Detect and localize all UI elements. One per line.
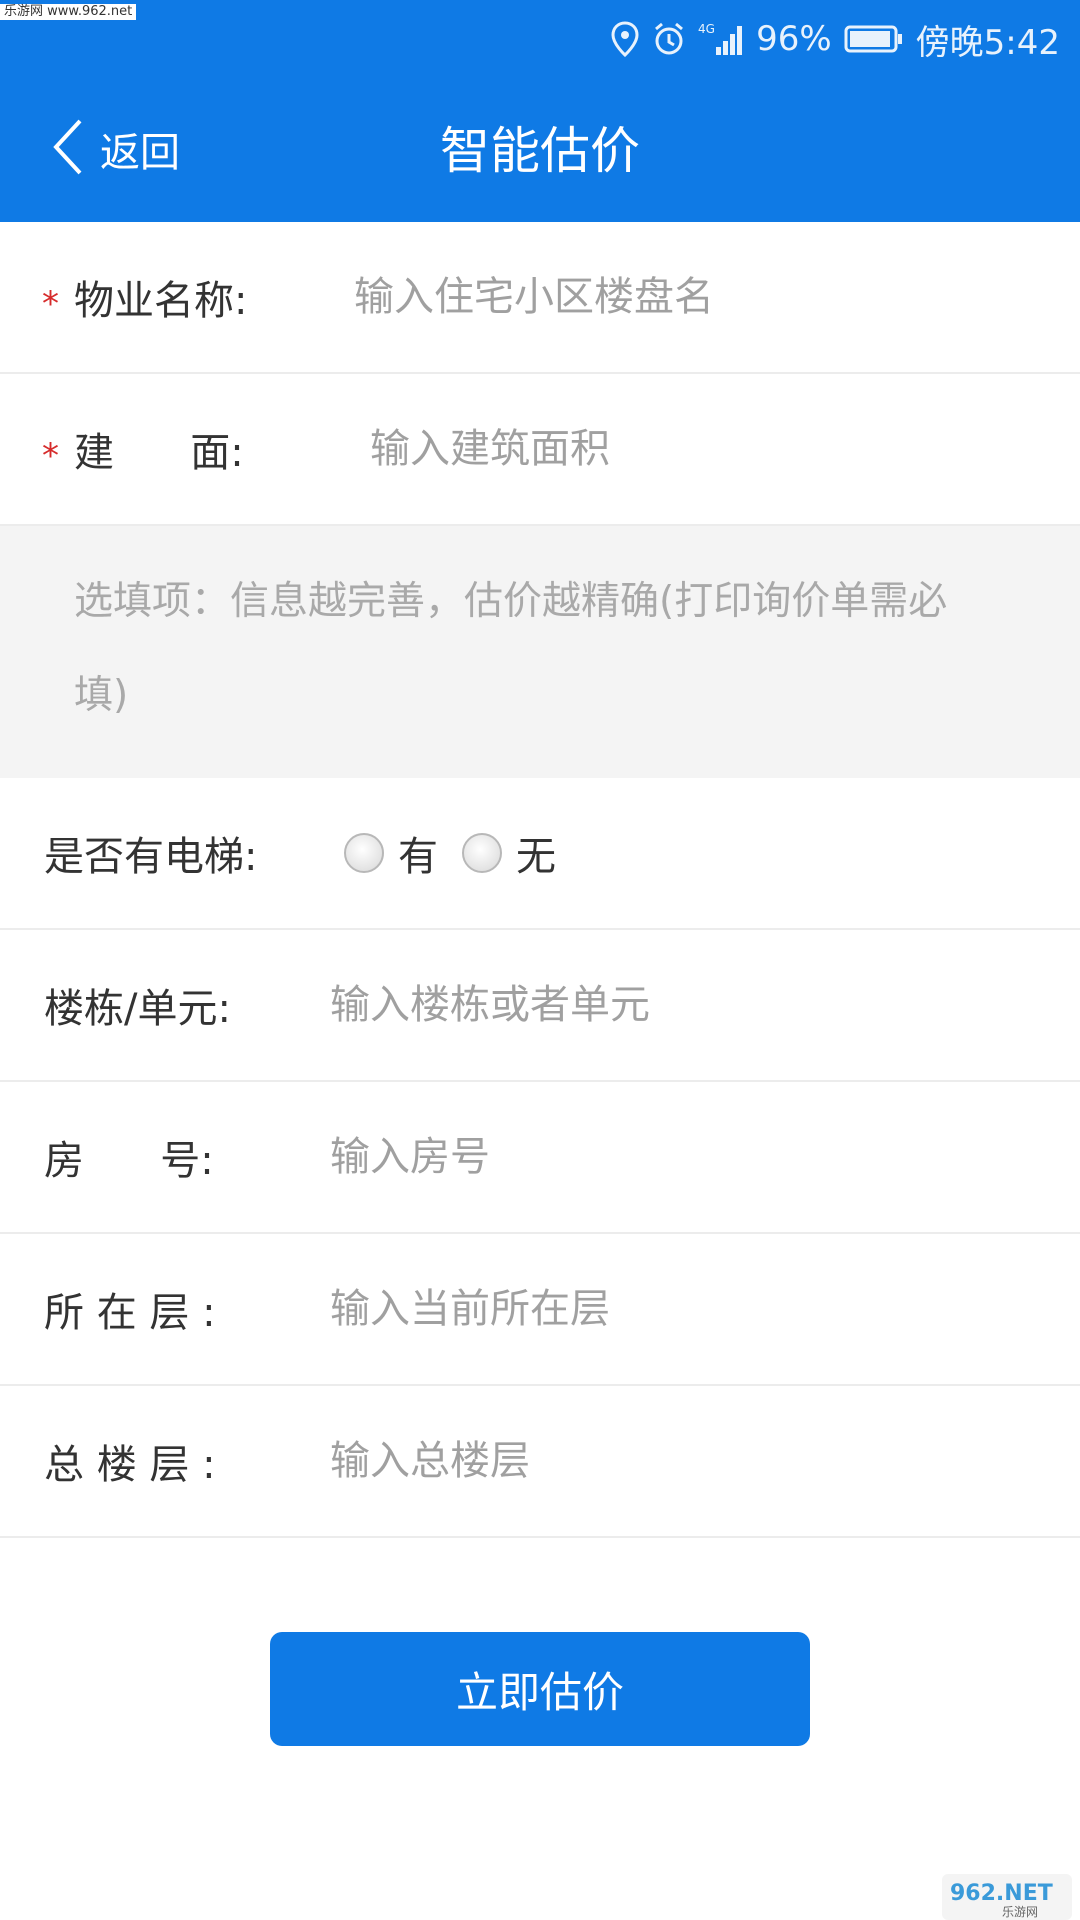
elevator-yes-radio[interactable]: [344, 833, 384, 873]
nav-bar: 返回 智能估价: [0, 80, 1080, 222]
property-name-row: * 物业名称:: [0, 222, 1080, 374]
room-row: 房 号:: [0, 1082, 1080, 1234]
building-row: 楼栋/单元:: [0, 930, 1080, 1082]
estimate-submit-button[interactable]: 立即估价: [270, 1632, 810, 1746]
signal-label: 4G: [698, 22, 715, 36]
elevator-row: 是否有电梯: 有 无: [0, 778, 1080, 930]
clock: 傍晚5:42: [915, 22, 1060, 63]
elevator-label: 是否有电梯:: [44, 834, 258, 880]
svg-text:962.NET: 962.NET: [950, 1881, 1053, 1906]
required-mark: *: [42, 284, 59, 324]
property-name-label: 物业名称:: [74, 278, 248, 324]
area-row: * 建 面:: [0, 374, 1080, 526]
elevator-no-radio[interactable]: [462, 833, 502, 873]
alarm-icon: [652, 21, 686, 57]
page-title: 智能估价: [440, 122, 640, 180]
total-floor-input[interactable]: [330, 1426, 1030, 1496]
elevator-radio-group: 有 无: [344, 824, 566, 882]
floor-row: 所 在 层 :: [0, 1234, 1080, 1386]
total-floor-label: 总 楼 层 :: [44, 1442, 216, 1488]
battery-icon: [844, 24, 904, 54]
elevator-no-label[interactable]: 无: [516, 824, 556, 882]
status-bar: 4G 96% 傍晚5:42: [610, 14, 1060, 64]
total-floor-row: 总 楼 层 :: [0, 1386, 1080, 1538]
tip-line-1: 选填项：信息越完善，估价越精确(打印询价单需必: [74, 579, 948, 624]
elevator-yes-label[interactable]: 有: [398, 824, 438, 882]
building-input[interactable]: [330, 970, 1030, 1040]
area-label: 建 面:: [74, 430, 244, 476]
floor-label: 所 在 层 :: [44, 1290, 216, 1336]
room-input[interactable]: [330, 1122, 1030, 1192]
area-input[interactable]: [370, 414, 1070, 484]
floor-input[interactable]: [330, 1274, 1030, 1344]
optional-tip: 选填项：信息越完善，估价越精确(打印询价单需必 填): [0, 526, 1080, 778]
property-name-input[interactable]: [354, 262, 1054, 332]
watermark-top: 乐游网 www.962.net: [0, 4, 137, 20]
required-mark: *: [42, 436, 59, 476]
room-label: 房 号:: [44, 1138, 214, 1184]
app-header: 乐游网 www.962.net 4G 96% 傍晚5:42 返回 智能估价: [0, 0, 1080, 222]
building-label: 楼栋/单元:: [44, 986, 231, 1032]
svg-text:乐游网: 乐游网: [1002, 1905, 1038, 1919]
estimate-form: * 物业名称: * 建 面: 选填项：信息越完善，估价越精确(打印询价单需必 填…: [0, 222, 1080, 1538]
location-icon: [610, 21, 640, 57]
signal-icon: 4G: [698, 21, 744, 57]
battery-percent: 96%: [756, 19, 832, 59]
watermark-logo: 962.NET 乐游网: [942, 1874, 1072, 1920]
